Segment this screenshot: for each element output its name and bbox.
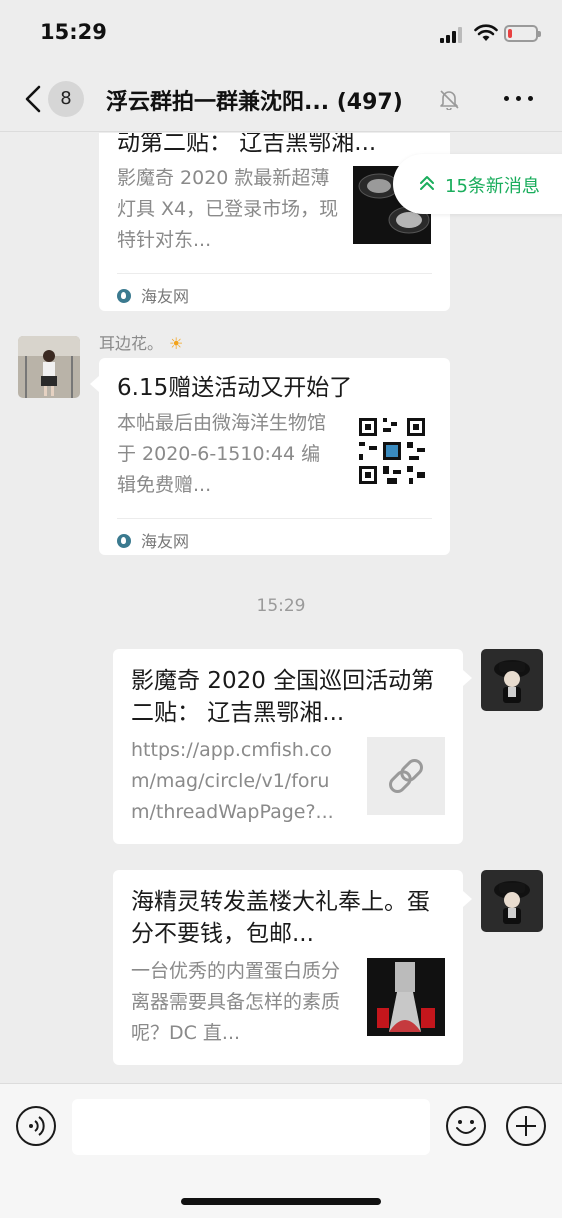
- card-source: 海友网: [117, 283, 189, 307]
- card-title: 动第二贴： 辽吉黑鄂湘...: [117, 133, 377, 156]
- card-thumbnail-link: [367, 737, 445, 815]
- card-title: 6.15赠送活动又开始了: [117, 375, 353, 401]
- emoji-icon: [456, 1120, 476, 1134]
- card-description: 一台优秀的内置蛋白质分离器需要具备怎样的素质呢？DC 直...: [131, 960, 341, 1044]
- message-input[interactable]: [72, 1099, 430, 1155]
- avatar[interactable]: [18, 336, 80, 398]
- link-card[interactable]: 6.15赠送活动又开始了 本帖最后由微海洋生物馆于 2020-6-1510:44…: [99, 358, 450, 555]
- new-messages-button[interactable]: 15条新消息: [393, 154, 562, 214]
- bubble-tail: [463, 891, 472, 907]
- new-messages-label: 15条新消息: [445, 176, 540, 197]
- link-icon: [389, 759, 423, 793]
- message-list[interactable]: 动第二贴： 辽吉黑鄂湘... 影魔奇 2020 款最新超薄灯具 X4，已登录市场…: [0, 133, 562, 1083]
- voice-icon: [29, 1116, 45, 1136]
- home-indicator[interactable]: [181, 1198, 381, 1205]
- plus-icon: [516, 1116, 536, 1136]
- wifi-icon: [474, 24, 498, 41]
- card-title: 海精灵转发盖楼大礼奉上。蛋分不要钱，包邮...: [131, 889, 430, 947]
- double-chevron-up-icon: [420, 176, 434, 190]
- avatar[interactable]: [481, 649, 543, 711]
- battery-icon: [504, 25, 541, 42]
- card-title: 影魔奇 2020 全国巡回活动第二贴： 辽吉黑鄂湘...: [131, 668, 435, 726]
- link-card[interactable]: 海精灵转发盖楼大礼奉上。蛋分不要钱，包邮... 一台优秀的内置蛋白质分离器需要具…: [113, 870, 463, 1065]
- chevron-left-icon[interactable]: [22, 84, 46, 114]
- card-description: 本帖最后由微海洋生物馆于 2020-6-1510:44 编辑免费赠...: [117, 412, 327, 496]
- link-card[interactable]: 动第二贴： 辽吉黑鄂湘... 影魔奇 2020 款最新超薄灯具 X4，已登录市场…: [99, 133, 450, 311]
- card-description: 影魔奇 2020 款最新超薄灯具 X4，已登录市场，现特针对东...: [117, 167, 339, 251]
- status-bar: 15:29: [0, 0, 562, 66]
- chat-title: 浮云群拍一群兼沈阳... (497): [106, 90, 403, 115]
- card-description: https://app.cmfish.com/mag/circle/v1/for…: [131, 739, 334, 823]
- status-time: 15:29: [40, 20, 107, 44]
- card-divider: [117, 273, 432, 274]
- voice-button[interactable]: [16, 1106, 56, 1146]
- link-card[interactable]: 影魔奇 2020 全国巡回活动第二贴： 辽吉黑鄂湘... https://app…: [113, 649, 463, 844]
- mute-bell-icon: [440, 90, 459, 110]
- battery-level: [508, 29, 512, 38]
- cellular-signal-icon: [440, 27, 466, 43]
- input-bar: [0, 1083, 562, 1218]
- chat-header: 8 浮云群拍一群兼沈阳... (497): [0, 66, 562, 132]
- sun-emoji-icon: ☀: [169, 334, 184, 353]
- sender-name: 耳边花。 ☀: [99, 334, 184, 353]
- source-name: 海友网: [141, 532, 190, 551]
- avatar[interactable]: [481, 870, 543, 932]
- card-thumbnail-skimmer-photo: [367, 958, 445, 1036]
- card-divider: [117, 518, 432, 519]
- source-logo-icon: [117, 534, 131, 548]
- more-icon[interactable]: [504, 96, 534, 102]
- message-timestamp: 15:29: [256, 596, 306, 616]
- unread-count-badge[interactable]: 8: [48, 81, 84, 117]
- card-thumbnail-qr-code: [353, 412, 431, 490]
- bubble-tail: [90, 376, 99, 392]
- card-source: 海友网: [117, 528, 189, 552]
- emoji-button[interactable]: [446, 1106, 486, 1146]
- source-name: 海友网: [141, 287, 190, 306]
- plus-button[interactable]: [506, 1106, 546, 1146]
- bubble-tail: [463, 670, 472, 686]
- source-logo-icon: [117, 289, 131, 303]
